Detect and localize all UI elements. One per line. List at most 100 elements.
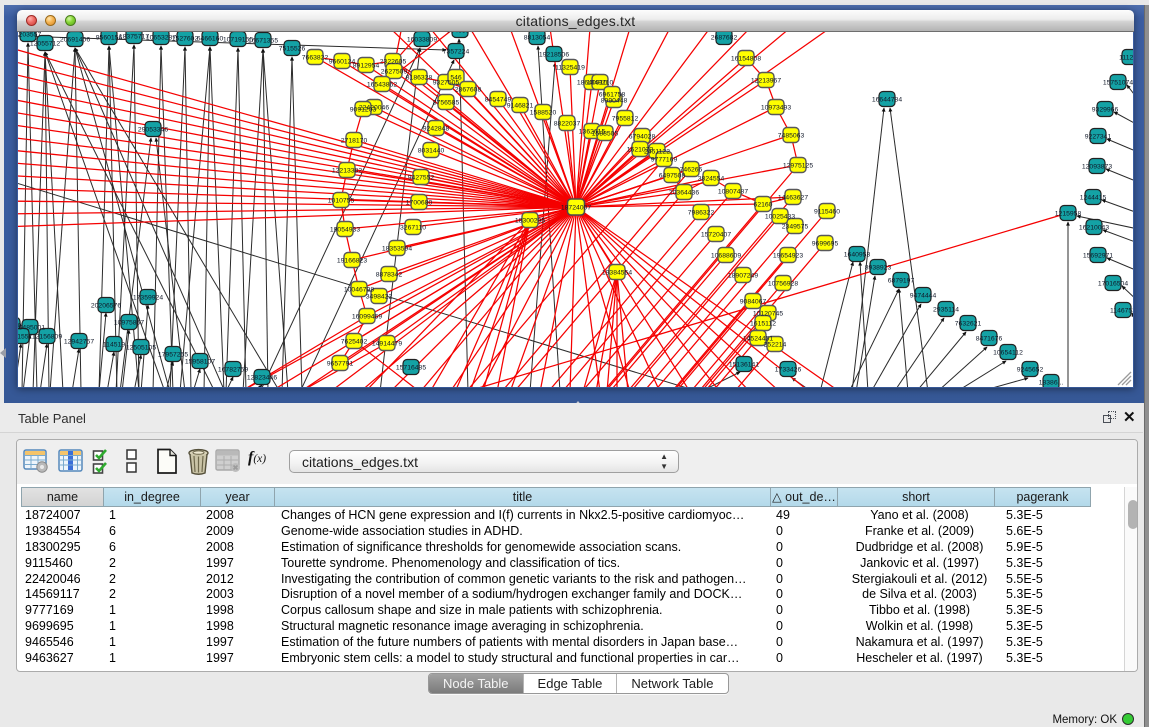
svg-text:7632621: 7632621: [955, 321, 982, 328]
svg-text:7955812: 7955812: [612, 116, 639, 123]
svg-text:10688609: 10688609: [711, 253, 741, 260]
svg-text:18375717: 18375717: [119, 34, 149, 41]
svg-text:3824554: 3824554: [698, 176, 725, 183]
svg-text:18724007: 18724007: [561, 205, 591, 212]
svg-text:9427552: 9427552: [408, 175, 435, 182]
svg-text:2718170: 2718170: [341, 138, 368, 145]
svg-text:7485063: 7485063: [778, 133, 805, 140]
svg-text:1010755: 1010755: [328, 198, 355, 205]
svg-text:20364436: 20364436: [669, 190, 699, 197]
svg-text:1146753: 1146753: [1110, 308, 1133, 315]
svg-text:1588505: 1588505: [592, 131, 619, 138]
svg-text:12942757: 12942757: [64, 339, 94, 346]
svg-text:9660124: 9660124: [329, 59, 356, 66]
svg-text:2322605: 2322605: [380, 59, 407, 66]
svg-text:1244415: 1244415: [1080, 195, 1107, 202]
svg-text:1615112: 1615112: [750, 321, 776, 328]
svg-text:8756585: 8756585: [433, 100, 460, 107]
svg-text:8938923: 8938923: [865, 265, 892, 272]
svg-text:12093873: 12093873: [1082, 164, 1112, 171]
svg-text:114519: 114519: [103, 342, 125, 349]
svg-text:9777169: 9777169: [651, 157, 678, 164]
svg-text:7515526: 7515526: [279, 46, 306, 53]
svg-text:2935114: 2935114: [933, 307, 959, 314]
svg-text:15716485: 15716485: [396, 365, 426, 372]
svg-text:17359924: 17359924: [133, 295, 163, 302]
svg-text:19218506: 19218506: [539, 52, 569, 59]
svg-text:8990448: 8990448: [601, 98, 628, 105]
svg-text:19054933: 19054933: [330, 227, 360, 234]
svg-text:18485001: 18485001: [18, 325, 45, 332]
svg-text:8813054: 8813054: [524, 35, 551, 42]
svg-text:9699695: 9699695: [812, 241, 839, 248]
svg-text:18386...: 18386...: [1039, 380, 1064, 387]
svg-text:29053346: 29053346: [138, 127, 168, 134]
svg-text:2349575: 2349575: [782, 224, 809, 231]
svg-text:10046798: 10046798: [344, 287, 374, 294]
svg-text:18300295: 18300295: [515, 218, 545, 225]
svg-text:252214: 252214: [764, 342, 787, 349]
svg-text:6879197: 6879197: [888, 278, 915, 285]
svg-text:2627509: 2627509: [381, 69, 408, 76]
svg-text:19654923: 19654923: [773, 253, 803, 260]
svg-text:18353594: 18353594: [382, 246, 412, 253]
svg-text:12055712: 12055712: [30, 41, 60, 48]
svg-text:9474444: 9474444: [910, 293, 937, 300]
svg-text:16644784: 16644784: [872, 97, 902, 104]
svg-text:16154808: 16154808: [731, 56, 761, 63]
svg-text:6466160: 6466160: [197, 36, 224, 43]
svg-text:17957255: 17957255: [158, 352, 188, 359]
svg-text:19166823: 19166823: [337, 258, 367, 265]
svg-text:1588520: 1588520: [530, 110, 557, 117]
svg-text:16033809: 16033809: [407, 37, 437, 44]
svg-text:6961758: 6961758: [599, 92, 626, 99]
svg-text:20206576: 20206576: [91, 303, 121, 310]
svg-text:3498422: 3498422: [366, 294, 393, 301]
svg-text:2451122: 2451122: [644, 149, 670, 156]
svg-text:10756928: 10756928: [768, 281, 798, 288]
svg-text:10807487: 10807487: [718, 189, 748, 196]
svg-text:16782759: 16782759: [218, 367, 248, 374]
svg-text:9657791: 9657791: [327, 361, 354, 368]
svg-text:6497508: 6497508: [659, 173, 686, 180]
svg-text:7625402: 7625402: [341, 339, 368, 346]
svg-text:8031440: 8031440: [418, 148, 445, 155]
svg-text:12823446: 12823446: [247, 375, 277, 382]
svg-text:19384554: 19384554: [602, 270, 632, 277]
svg-text:10973493: 10973493: [761, 105, 791, 112]
svg-text:1640953: 1640953: [844, 252, 871, 259]
svg-text:15720407: 15720407: [701, 232, 731, 239]
svg-text:9329966: 9329966: [1092, 107, 1119, 114]
svg-text:1733426: 1733426: [775, 367, 802, 374]
svg-text:15751074: 15751074: [1103, 80, 1133, 87]
svg-text:14463627: 14463627: [778, 195, 808, 202]
svg-text:7663822: 7663822: [302, 55, 329, 62]
svg-text:2867608: 2867608: [455, 87, 482, 94]
svg-text:15958107: 15958107: [185, 359, 215, 366]
svg-text:111243: 111243: [1119, 55, 1133, 62]
svg-text:10975867: 10975867: [114, 320, 144, 327]
svg-text:12975125: 12975125: [783, 163, 813, 170]
svg-text:12213382: 12213382: [332, 168, 362, 175]
svg-text:9245652: 9245652: [1017, 367, 1044, 374]
svg-text:9046554: 9046554: [447, 32, 474, 35]
svg-text:7986322: 7986322: [688, 210, 715, 217]
svg-text:18907249: 18907249: [728, 273, 758, 280]
svg-text:9091203: 9091203: [350, 107, 377, 114]
svg-text:16543862: 16543862: [367, 82, 397, 89]
svg-text:9242848: 9242848: [423, 126, 450, 133]
svg-text:1215958: 1215958: [1055, 211, 1082, 218]
svg-text:391557: 391557: [18, 334, 33, 341]
svg-text:8186328: 8186328: [406, 75, 433, 82]
svg-text:8471676: 8471676: [976, 336, 1003, 343]
svg-text:16210043: 16210043: [1079, 225, 1109, 232]
svg-text:10654112: 10654112: [993, 350, 1023, 357]
svg-text:12213967: 12213967: [751, 78, 781, 85]
svg-text:8878342: 8878342: [376, 272, 403, 279]
svg-text:10025433: 10025433: [765, 214, 795, 221]
svg-text:8912954: 8912954: [353, 63, 380, 70]
svg-text:14914479: 14914479: [372, 341, 402, 348]
svg-text:9115460: 9115460: [814, 209, 840, 216]
svg-text:12156809: 12156809: [32, 334, 62, 341]
svg-text:8822037: 8822037: [554, 121, 581, 128]
